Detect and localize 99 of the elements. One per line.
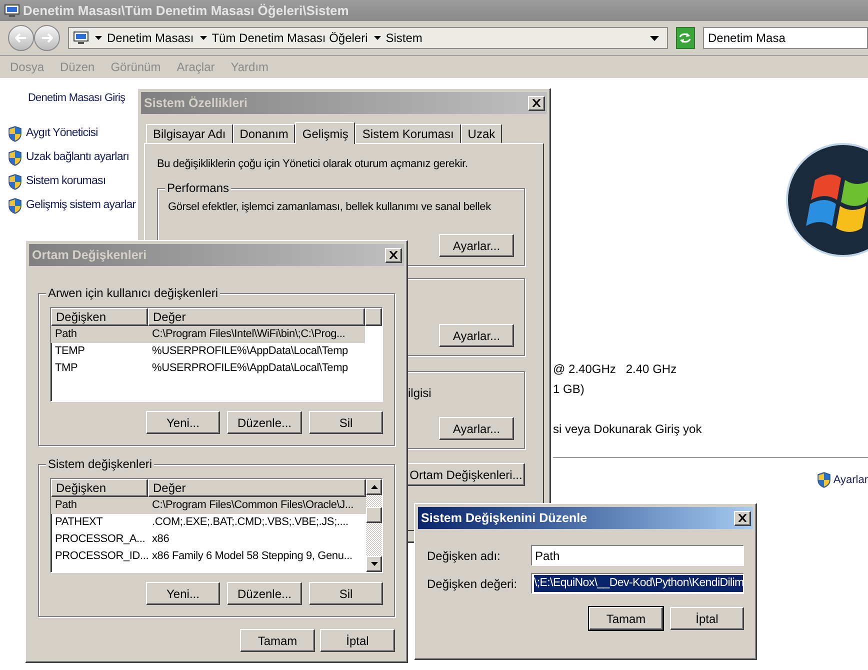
variable-value: %USERPROFILE%\AppData\Local\Temp — [151, 361, 348, 376]
variable-row[interactable]: TMP %USERPROFILE%\AppData\Local\Temp — [51, 360, 365, 377]
window-title: Sistem Özellikleri — [144, 94, 248, 112]
variable-row[interactable]: PROCESSOR_A... x86 — [51, 531, 366, 548]
breadcrumb-item[interactable]: Denetim Masası — [107, 29, 194, 47]
dialog-button[interactable]: Ortam Değişkenleri... — [407, 463, 525, 486]
window-title: Ortam Değişkenleri — [32, 246, 147, 264]
variable-row[interactable]: PATHEXT .COM;.EXE;.BAT;.CMD;.VBS;.VBE;.JS;.... — [51, 514, 366, 531]
sidebar-link[interactable]: Sistem koruması — [26, 172, 106, 190]
shield-icon — [8, 198, 22, 214]
forward-arrow-icon — [41, 33, 53, 43]
variable-name: TMP — [54, 361, 79, 376]
settings-link[interactable]: Ayarlar — [833, 472, 868, 488]
breadcrumb-item[interactable]: Sistem — [386, 29, 422, 47]
tab[interactable]: Uzak — [460, 124, 502, 143]
dialog-button[interactable]: Ayarlar... — [439, 234, 514, 257]
column-header[interactable]: Değişken — [51, 479, 148, 497]
scroll-down-icon[interactable] — [366, 556, 382, 572]
close-icon — [738, 514, 747, 522]
back-arrow-icon — [15, 33, 27, 43]
caret-icon[interactable] — [374, 36, 381, 40]
field-label: Değişken değeri: — [427, 576, 518, 592]
tab[interactable]: Sistem Koruması — [355, 124, 461, 143]
caret-icon[interactable] — [95, 36, 102, 40]
dialog-button[interactable]: İptal — [320, 629, 395, 652]
tab[interactable]: Gelişmiş — [295, 122, 356, 144]
scroll-thumb[interactable] — [366, 507, 382, 523]
flag-logo-icon — [785, 140, 868, 260]
info-text: 1 GB) — [553, 381, 584, 398]
variable-value: C:\Program Files\Common Files\Oracle\J... — [151, 498, 354, 514]
variable-name: Path — [54, 498, 78, 514]
variable-value: .COM;.EXE;.BAT;.CMD;.VBS;.VBE;.JS;.... — [151, 515, 348, 530]
dialog-button[interactable]: Sil — [309, 582, 383, 605]
search-field[interactable]: Denetim Masa — [703, 27, 868, 49]
column-header[interactable]: Değişken — [51, 308, 148, 326]
sidebar-link[interactable]: Aygıt Yöneticisi — [26, 124, 98, 142]
name-input[interactable]: Path — [531, 545, 744, 566]
shield-icon — [8, 126, 22, 142]
column-header[interactable]: Değer — [148, 479, 366, 497]
shield-icon — [817, 472, 832, 488]
dialog-button[interactable]: Düzenle... — [227, 411, 302, 434]
tab[interactable]: Donanım — [232, 124, 296, 143]
variable-row[interactable]: Path C:\Program Files\Common Files\Oracle\J... — [51, 497, 366, 514]
forward-button[interactable] — [34, 25, 60, 51]
close-button[interactable] — [734, 510, 751, 526]
variable-name: PROCESSOR_A... — [54, 532, 146, 548]
close-icon — [532, 99, 541, 107]
variable-value: x86 Family 6 Model 58 Stepping 9, Genu... — [151, 549, 352, 564]
window-title: Sistem Değişkenini Düzenle — [421, 510, 588, 527]
breadcrumb-item[interactable]: Tüm Denetim Masası Öğeleri — [212, 29, 368, 47]
dialog-button[interactable]: İptal — [670, 607, 744, 630]
close-button[interactable] — [385, 248, 402, 262]
refresh-icon — [678, 32, 692, 44]
variable-name: PATHEXT — [54, 515, 104, 530]
computer-icon — [73, 31, 89, 45]
variable-row[interactable]: Path C:\Program Files\Intel\WiFi\bin\;C:\Prog... — [51, 326, 365, 343]
variable-value: C:\Program Files\Intel\WiFi\bin\;C:\Prog... — [151, 327, 346, 342]
tab[interactable]: Bilgisayar Adı — [146, 124, 233, 143]
variable-name: PROCESSOR_ID... — [54, 549, 148, 564]
admin-note: Bu değişikliklerin çoğu için Yönetici olarak oturum açmanız gerekir. — [157, 157, 469, 172]
variable-value: x86 — [151, 532, 170, 548]
dialog-button[interactable]: Sil — [309, 411, 383, 434]
variable-row[interactable]: PROCESSOR_ID... x86 Family 6 Model 58 Stepping 9, Genu... — [51, 548, 366, 565]
close-icon — [389, 251, 398, 259]
refresh-button[interactable] — [676, 27, 695, 49]
window-title: Denetim Masası\Tüm Denetim Masası Öğeleri\Sistem — [23, 2, 349, 20]
sidebar-link[interactable]: Uzak bağlantı ayarları — [26, 148, 130, 166]
dialog-button[interactable]: Yeni... — [146, 582, 220, 605]
dialog-button[interactable]: Ayarlar... — [439, 324, 514, 347]
group-label: Arwen için kullanıcı değişkenleri — [46, 285, 220, 301]
variable-row[interactable]: TEMP %USERPROFILE%\AppData\Local\Temp — [51, 343, 365, 360]
startup-description: ilgisi — [408, 385, 432, 402]
back-button[interactable] — [8, 25, 34, 51]
dialog-button[interactable]: Yeni... — [146, 411, 220, 434]
shield-icon — [8, 150, 22, 166]
group-label: Sistem değişkenleri — [46, 456, 154, 472]
dialog-button[interactable]: Tamam — [589, 607, 663, 630]
performance-description: Görsel efektler, işlemci zamanlaması, bellek kullanımı ve sanal bellek — [168, 200, 492, 215]
field-label: Değişken adı: — [427, 548, 502, 564]
info-text: @ 2.40GHz 2.40 GHz — [553, 361, 677, 378]
scrollbar[interactable] — [366, 479, 382, 572]
close-button[interactable] — [528, 96, 545, 110]
dropdown-caret-icon[interactable] — [650, 36, 659, 40]
computer-icon — [4, 4, 20, 18]
value-input[interactable]: \;E:\EquiNox\__Dev-Kod\Python\KendiDilim — [531, 573, 744, 594]
scroll-up-icon[interactable] — [366, 479, 382, 495]
caret-icon[interactable] — [200, 36, 207, 40]
variable-name: TEMP — [54, 344, 86, 360]
dialog-button[interactable]: Tamam — [240, 629, 315, 652]
column-header[interactable]: Değer — [148, 308, 365, 326]
shield-icon — [8, 174, 22, 190]
variable-value: %USERPROFILE%\AppData\Local\Temp — [151, 344, 348, 360]
dialog-button[interactable]: Ayarlar... — [439, 417, 514, 440]
info-text: si veya Dokunarak Giriş yok — [553, 421, 702, 438]
home-link[interactable]: Denetim Masası Giriş — [28, 90, 137, 106]
variable-name: Path — [54, 327, 78, 342]
address-bar[interactable]: Denetim Masası Tüm Denetim Masası Öğeleri Sistem — [68, 27, 668, 49]
sidebar-link[interactable]: Gelişmiş sistem ayarlar — [26, 196, 136, 214]
dialog-button[interactable]: Düzenle... — [227, 582, 302, 605]
